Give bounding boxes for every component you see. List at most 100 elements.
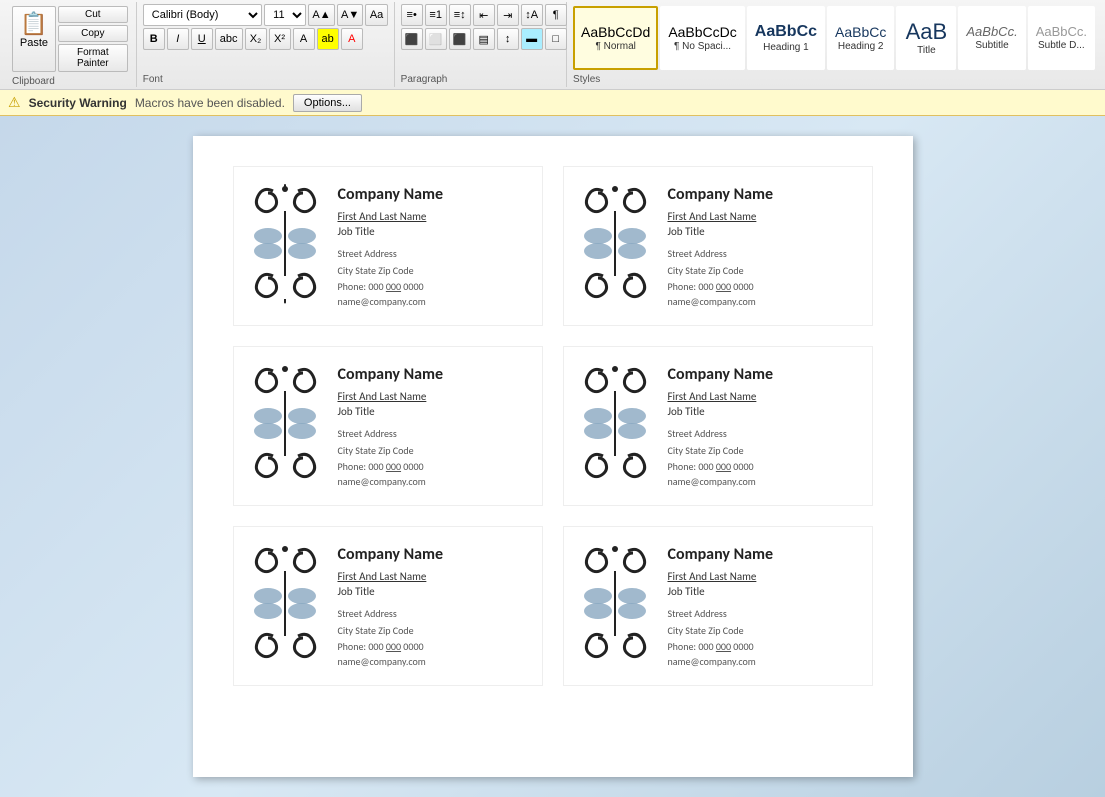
security-warning-label: Security Warning xyxy=(29,96,127,110)
decrease-indent-button[interactable]: ⇤ xyxy=(473,4,495,26)
person-name: First And Last Name xyxy=(338,390,530,403)
company-name: Company Name xyxy=(668,185,860,204)
street-address: Street Address xyxy=(338,426,530,441)
street-address: Street Address xyxy=(668,606,860,621)
phone: Phone: 000 000 0000 xyxy=(338,280,530,293)
city-state-zip: City State Zip Code xyxy=(668,263,860,278)
person-name: First And Last Name xyxy=(668,390,860,403)
align-right-button[interactable]: ⬛ xyxy=(449,28,471,50)
phone: Phone: 000 000 0000 xyxy=(668,460,860,473)
job-title: Job Title xyxy=(338,405,530,418)
copy-button[interactable]: Copy xyxy=(58,25,128,42)
job-title: Job Title xyxy=(338,225,530,238)
company-name: Company Name xyxy=(338,545,530,564)
email: name@company.com xyxy=(668,655,860,668)
business-card-2-right: Company Name First And Last Name Job Tit… xyxy=(563,346,873,506)
cut-button[interactable]: Cut xyxy=(58,6,128,23)
decorative-logo-svg-2 xyxy=(578,181,653,311)
line-spacing-button[interactable]: ↕ xyxy=(497,28,519,50)
card-info-3-left: Company Name First And Last Name Job Tit… xyxy=(338,545,530,668)
grow-font-button[interactable]: A▲ xyxy=(308,4,335,26)
font-section-label: Font xyxy=(143,72,388,85)
main-area: Company Name First And Last Name Job Tit… xyxy=(0,116,1105,797)
subscript-button[interactable]: X₂ xyxy=(245,28,267,50)
sort-button[interactable]: ↕A xyxy=(521,4,543,26)
options-button[interactable]: Options... xyxy=(293,94,362,112)
job-title: Job Title xyxy=(668,405,860,418)
clipboard-label: Clipboard xyxy=(12,74,128,87)
style-title-button[interactable]: AaB Title xyxy=(896,6,956,70)
bold-button[interactable]: B xyxy=(143,28,165,50)
security-message: Macros have been disabled. xyxy=(135,96,285,110)
paragraph-section: ≡• ≡1 ≡↕ ⇤ ⇥ ↕A ¶ ⬛ ⬜ ⬛ ▤ ↕ ▬ □ Paragrap… xyxy=(395,2,567,87)
clear-format-button[interactable]: A xyxy=(293,28,315,50)
increase-indent-button[interactable]: ⇥ xyxy=(497,4,519,26)
street-address: Street Address xyxy=(338,246,530,261)
company-name: Company Name xyxy=(338,185,530,204)
font-size-select[interactable]: 11 xyxy=(264,4,306,26)
shading-button[interactable]: ▬ xyxy=(521,28,543,50)
justify-button[interactable]: ▤ xyxy=(473,28,495,50)
security-bar: ⚠ Security Warning Macros have been disa… xyxy=(0,90,1105,116)
city-state-zip: City State Zip Code xyxy=(338,263,530,278)
style-no-spacing-button[interactable]: AaBbCcDc ¶ No Spaci... xyxy=(660,6,744,70)
format-painter-button[interactable]: Format Painter xyxy=(58,44,128,72)
cards-grid: Company Name First And Last Name Job Tit… xyxy=(233,166,873,686)
font-family-select[interactable]: Calibri (Body) xyxy=(143,4,262,26)
font-color-button[interactable]: A xyxy=(341,28,363,50)
street-address: Street Address xyxy=(668,246,860,261)
phone: Phone: 000 000 0000 xyxy=(668,640,860,653)
styles-section: AaBbCcDd ¶ Normal AaBbCcDc ¶ No Spaci...… xyxy=(567,2,1101,87)
card-info-2-left: Company Name First And Last Name Job Tit… xyxy=(338,365,530,488)
bullets-button[interactable]: ≡• xyxy=(401,4,423,26)
align-left-button[interactable]: ⬛ xyxy=(401,28,423,50)
business-card-1-left: Company Name First And Last Name Job Tit… xyxy=(233,166,543,326)
job-title: Job Title xyxy=(668,225,860,238)
card-logo-2-right xyxy=(576,361,656,491)
card-logo-1-right xyxy=(576,181,656,311)
highlight-button[interactable]: ab xyxy=(317,28,339,50)
city-state-zip: City State Zip Code xyxy=(668,443,860,458)
style-subtitle-button[interactable]: AaBbCc. Subtitle xyxy=(958,6,1025,70)
font-section: Calibri (Body) 11 A▲ A▼ Aa B I U abc X₂ … xyxy=(137,2,395,87)
change-case-button[interactable]: Aa xyxy=(365,4,387,26)
person-name: First And Last Name xyxy=(338,210,530,223)
decorative-logo-svg-5 xyxy=(248,541,323,671)
align-center-button[interactable]: ⬜ xyxy=(425,28,447,50)
street-address: Street Address xyxy=(338,606,530,621)
page: Company Name First And Last Name Job Tit… xyxy=(193,136,913,777)
style-normal-button[interactable]: AaBbCcDd ¶ Normal xyxy=(573,6,658,70)
underline-button[interactable]: U xyxy=(191,28,213,50)
business-card-3-left: Company Name First And Last Name Job Tit… xyxy=(233,526,543,686)
business-card-1-right: Company Name First And Last Name Job Tit… xyxy=(563,166,873,326)
multilevel-button[interactable]: ≡↕ xyxy=(449,4,471,26)
job-title: Job Title xyxy=(338,585,530,598)
card-info-1-left: Company Name First And Last Name Job Tit… xyxy=(338,185,530,308)
strikethrough-button[interactable]: abc xyxy=(215,28,243,50)
email: name@company.com xyxy=(668,475,860,488)
email: name@company.com xyxy=(338,655,530,668)
phone: Phone: 000 000 0000 xyxy=(338,640,530,653)
style-heading1-button[interactable]: AaBbCc Heading 1 xyxy=(747,6,825,70)
style-subtle-button[interactable]: AaBbCc. Subtle D... xyxy=(1028,6,1095,70)
company-name: Company Name xyxy=(668,545,860,564)
phone: Phone: 000 000 0000 xyxy=(668,280,860,293)
person-name: First And Last Name xyxy=(668,210,860,223)
italic-button[interactable]: I xyxy=(167,28,189,50)
superscript-button[interactable]: X² xyxy=(269,28,291,50)
style-heading2-button[interactable]: AaBbCc Heading 2 xyxy=(827,6,894,70)
city-state-zip: City State Zip Code xyxy=(338,443,530,458)
street-address: Street Address xyxy=(668,426,860,441)
paragraph-section-label: Paragraph xyxy=(401,72,560,85)
shrink-font-button[interactable]: A▼ xyxy=(337,4,364,26)
border-button[interactable]: □ xyxy=(545,28,567,50)
decorative-logo-svg-3 xyxy=(248,361,323,491)
city-state-zip: City State Zip Code xyxy=(668,623,860,638)
job-title: Job Title xyxy=(668,585,860,598)
card-logo-3-left xyxy=(246,541,326,671)
show-marks-button[interactable]: ¶ xyxy=(545,4,567,26)
paste-button[interactable]: 📋 Paste xyxy=(12,6,56,72)
paste-label: Paste xyxy=(20,37,48,49)
numbering-button[interactable]: ≡1 xyxy=(425,4,447,26)
toolbar: 📋 Paste Cut Copy Format Painter Clipboar… xyxy=(0,0,1105,90)
